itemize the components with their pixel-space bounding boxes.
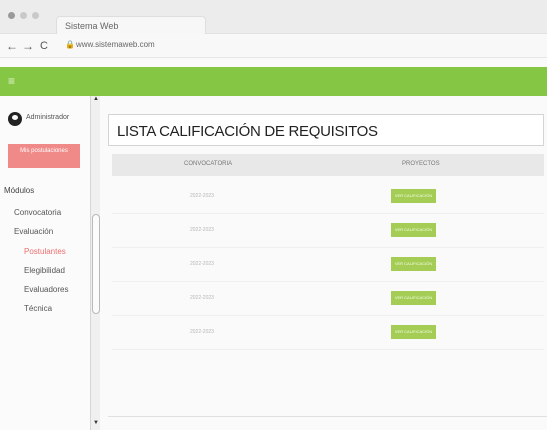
sidebar-item-evaluacion[interactable]: Evaluación: [14, 227, 53, 236]
view-qualification-button[interactable]: VER CALIFICACIÓN: [391, 223, 436, 237]
sidebar-item-convocatoria[interactable]: Convocatoria: [14, 208, 61, 217]
window-controls: [8, 12, 39, 19]
view-qualification-button[interactable]: VER CALIFICACIÓN: [391, 325, 436, 339]
sidebar-item-elegibilidad[interactable]: Elegibilidad: [24, 266, 65, 275]
sidebar-item-evaluadores[interactable]: Evaluadores: [24, 285, 68, 294]
scroll-down-arrow-icon[interactable]: ▼: [91, 420, 101, 430]
browser-window: Sistema Web ← → C 🔒 www.sistemaweb.com ≡…: [0, 0, 547, 430]
reload-icon[interactable]: C: [40, 40, 48, 52]
tab-title: Sistema Web: [65, 21, 119, 31]
page-header: LISTA CALIFICACIÓN DE REQUISITOS: [108, 114, 544, 146]
convocatoria-cell: 2022-2023: [190, 193, 214, 199]
table-row: 2022-2023 VER CALIFICACIÓN: [112, 282, 544, 316]
user-avatar-icon: [8, 112, 22, 126]
table-row: 2022-2023 VER CALIFICACIÓN: [112, 214, 544, 248]
column-header-convocatoria: CONVOCATORIA: [184, 161, 233, 167]
table-header: CONVOCATORIA PROYECTOS: [112, 154, 544, 176]
view-qualification-button[interactable]: VER CALIFICACIÓN: [391, 257, 436, 271]
table-row: 2022-2023 VER CALIFICACIÓN: [112, 316, 544, 350]
view-qualification-button[interactable]: VER CALIFICACIÓN: [391, 291, 436, 305]
table-row: 2022-2023 VER CALIFICACIÓN: [112, 180, 544, 214]
convocatoria-cell: 2022-2023: [190, 227, 214, 233]
sidebar: Administrador Mis postulaciones Módulos …: [0, 96, 100, 430]
browser-tab[interactable]: Sistema Web: [56, 16, 206, 34]
address-bar: ← → C 🔒 www.sistemaweb.com: [0, 34, 547, 58]
minimize-window-button[interactable]: [20, 12, 27, 19]
my-applications-button[interactable]: Mis postulaciones: [8, 144, 80, 168]
url-input[interactable]: www.sistemaweb.com: [76, 40, 155, 49]
maximize-window-button[interactable]: [32, 12, 39, 19]
lock-icon: 🔒: [65, 40, 75, 49]
modules-title: Módulos: [4, 186, 35, 195]
title-bar: Sistema Web: [0, 0, 547, 34]
convocatoria-cell: 2022-2023: [190, 329, 214, 335]
admin-label: Administrador: [26, 114, 70, 121]
sidebar-item-postulantes[interactable]: Postulantes: [24, 247, 66, 256]
convocatoria-cell: 2022-2023: [190, 295, 214, 301]
arrow-right-icon[interactable]: →: [22, 39, 34, 53]
view-qualification-button[interactable]: VER CALIFICACIÓN: [391, 189, 436, 203]
top-app-bar: ≡: [0, 67, 547, 96]
scrollbar-thumb[interactable]: [92, 214, 100, 314]
page-title: LISTA CALIFICACIÓN DE REQUISITOS: [117, 123, 378, 140]
table-row: 2022-2023 VER CALIFICACIÓN: [112, 248, 544, 282]
sidebar-scrollbar[interactable]: ▲ ▼: [90, 96, 100, 430]
close-window-button[interactable]: [8, 12, 15, 19]
my-applications-label: Mis postulaciones: [20, 148, 68, 154]
scroll-up-arrow-icon[interactable]: ▲: [91, 96, 101, 106]
hamburger-icon[interactable]: ≡: [8, 74, 15, 88]
arrow-left-icon[interactable]: ←: [6, 39, 18, 53]
convocatoria-cell: 2022-2023: [190, 261, 214, 267]
sidebar-item-tecnica[interactable]: Técnica: [24, 304, 52, 313]
column-header-proyectos: PROYECTOS: [402, 161, 440, 167]
content-divider: [108, 416, 547, 417]
